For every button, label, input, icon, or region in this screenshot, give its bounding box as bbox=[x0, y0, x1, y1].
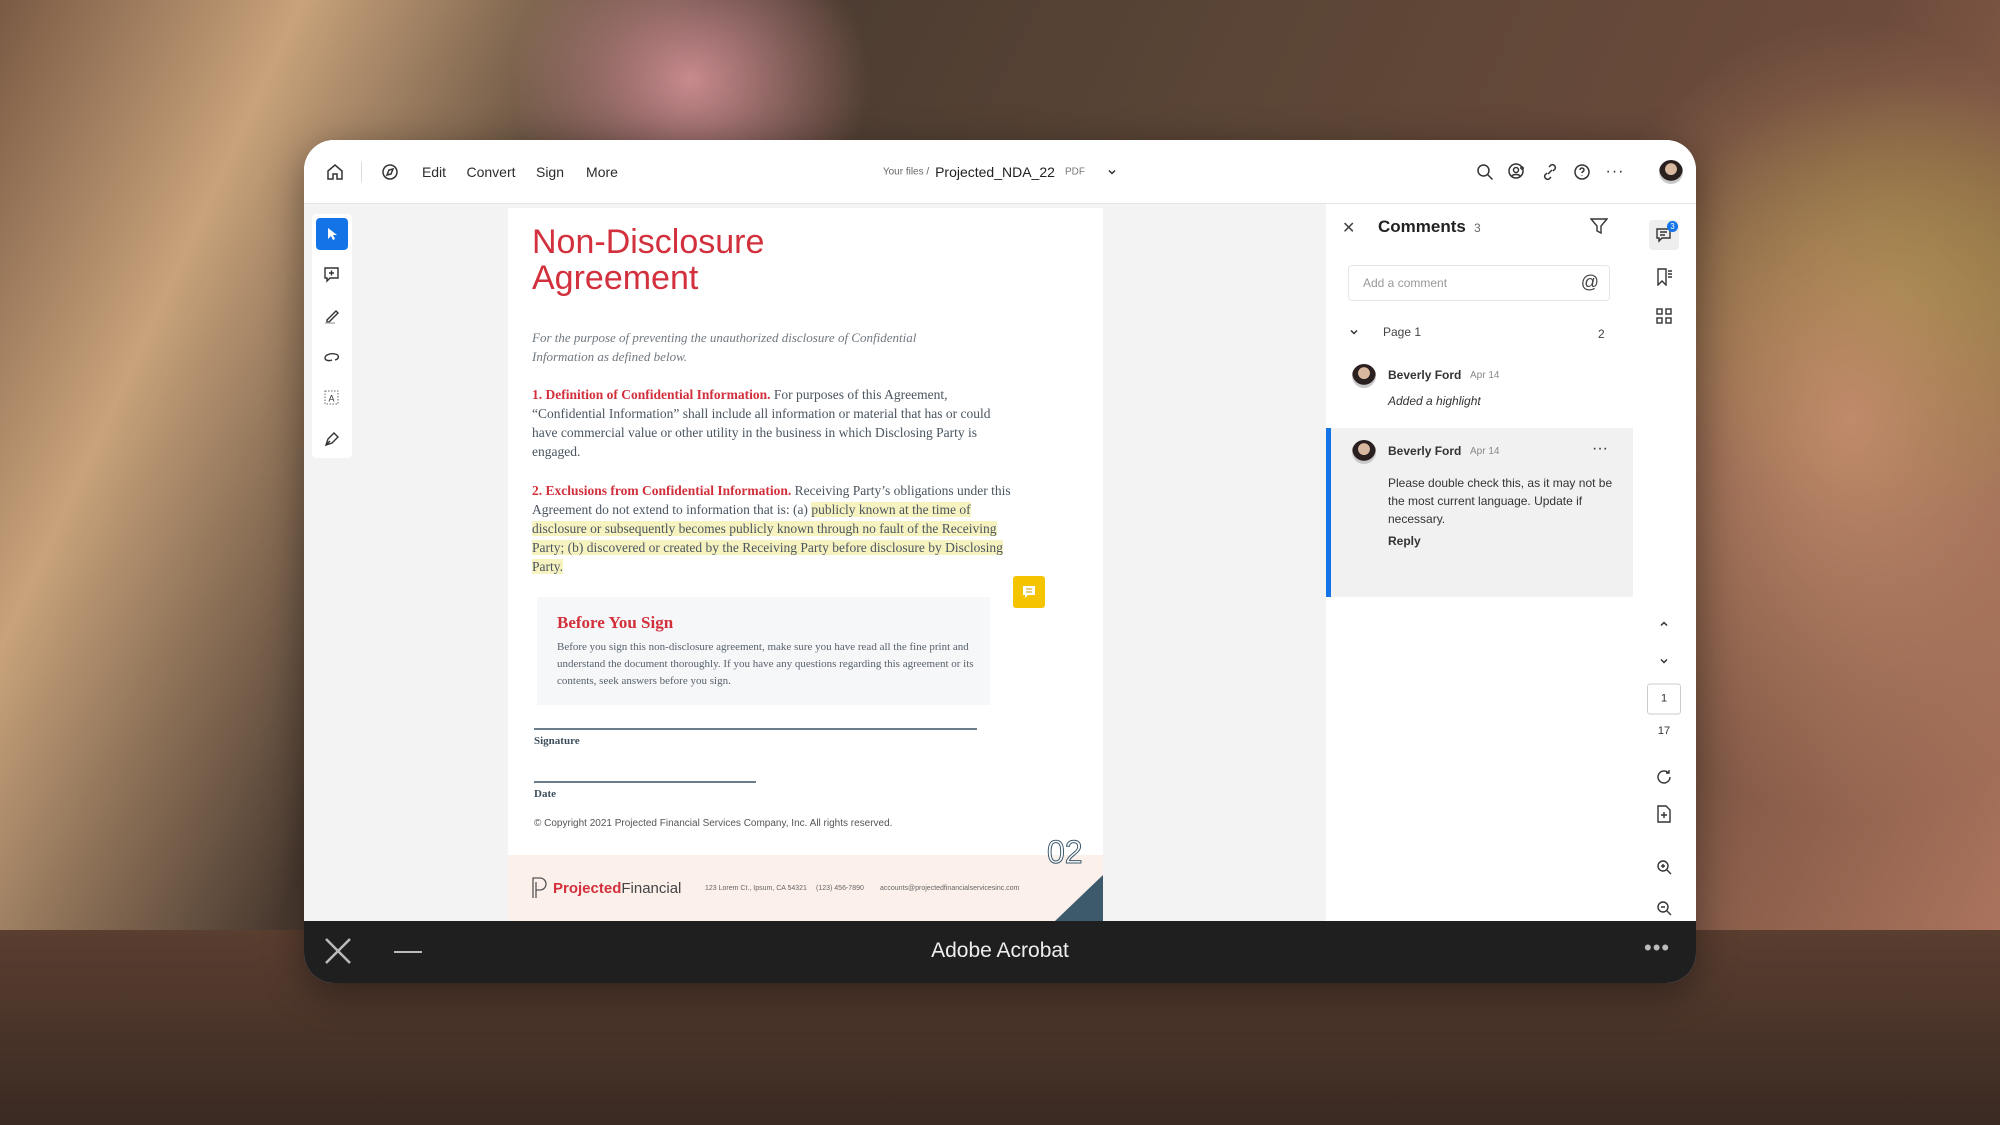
tools-compass-icon[interactable] bbox=[381, 163, 399, 181]
menu-edit[interactable]: Edit bbox=[422, 164, 446, 180]
section-2-heading: 2. Exclusions from Confidential Informat… bbox=[532, 483, 792, 498]
group-count: 2 bbox=[1598, 327, 1605, 341]
callout-text: Before you sign this non-disclosure agre… bbox=[557, 641, 974, 687]
menu-more[interactable]: More bbox=[586, 164, 618, 180]
comments-title: Comments bbox=[1378, 217, 1466, 236]
projected-logo-icon bbox=[532, 877, 547, 898]
comments-panel: ✕ Comments 3 Add a comment @ Page 1 2 Be… bbox=[1326, 204, 1633, 921]
section-2: 2. Exclusions from Confidential Informat… bbox=[532, 481, 1012, 576]
logo-bold: Projected bbox=[553, 879, 622, 897]
sign-pen-tool-icon[interactable] bbox=[316, 423, 348, 455]
comment-text: Added a highlight bbox=[1388, 394, 1481, 408]
page-footer: ProjectedFinancial 123 Lorem Ct., Ipsum,… bbox=[508, 855, 1103, 921]
comment-more-icon[interactable]: ··· bbox=[1592, 440, 1608, 458]
logo-light: Financial bbox=[621, 879, 682, 897]
acrobat-window: Edit Convert Sign More Your files / Proj… bbox=[304, 140, 1696, 983]
title-line: Agreement bbox=[532, 259, 699, 297]
comment-date: Apr 14 bbox=[1470, 446, 1500, 457]
zoom-in-icon[interactable] bbox=[1656, 859, 1672, 875]
select-tool-icon[interactable] bbox=[316, 218, 348, 250]
intro-text: For the purpose of preventing the unauth… bbox=[532, 330, 917, 364]
add-comment-input[interactable]: Add a comment @ bbox=[1348, 265, 1610, 301]
document-title: Non-Disclosure Agreement bbox=[532, 224, 764, 296]
section-1-heading: 1. Definition of Confidential Informatio… bbox=[532, 387, 771, 402]
avatar bbox=[1352, 440, 1376, 464]
bookmark-icon[interactable] bbox=[1655, 268, 1673, 286]
signature-line[interactable] bbox=[534, 728, 977, 730]
mention-icon[interactable]: @ bbox=[1581, 272, 1599, 293]
close-icon[interactable]: ✕ bbox=[1342, 218, 1355, 238]
svg-text:A: A bbox=[329, 394, 335, 404]
more-icon[interactable]: ··· bbox=[1606, 163, 1625, 181]
rotate-icon[interactable] bbox=[1656, 769, 1672, 785]
reply-button[interactable]: Reply bbox=[1388, 534, 1421, 548]
home-icon[interactable] bbox=[326, 163, 344, 181]
menu-sign[interactable]: Sign bbox=[536, 164, 564, 180]
share-people-icon[interactable] bbox=[1508, 163, 1526, 181]
date-label: Date bbox=[534, 788, 556, 800]
thumbnails-grid-icon[interactable] bbox=[1656, 308, 1672, 324]
text-box-tool-icon[interactable]: A bbox=[316, 382, 348, 414]
avatar bbox=[1352, 364, 1376, 388]
comment-author: Beverly Ford bbox=[1388, 368, 1462, 382]
search-icon[interactable] bbox=[1476, 163, 1494, 181]
total-pages: 17 bbox=[1657, 725, 1671, 737]
app-window-bar: Adobe Acrobat ••• bbox=[304, 921, 1696, 983]
comment-item-selected[interactable]: Beverly Ford Apr 14 ··· Please double ch… bbox=[1326, 428, 1633, 597]
date-line[interactable] bbox=[534, 781, 756, 783]
page-number-label: 02 bbox=[1047, 834, 1084, 871]
footer-email: accounts@projectedfinancialservicesinc.c… bbox=[880, 885, 1020, 892]
file-type: PDF bbox=[1065, 166, 1085, 178]
before-you-sign-callout: Before You Sign Before you sign this non… bbox=[537, 597, 990, 705]
top-toolbar: Edit Convert Sign More Your files / Proj… bbox=[304, 140, 1696, 204]
comments-panel-icon[interactable]: 3 bbox=[1649, 220, 1679, 250]
previous-page-icon[interactable] bbox=[1658, 618, 1670, 630]
chevron-down-icon[interactable] bbox=[1106, 166, 1118, 178]
corner-triangle bbox=[1055, 875, 1103, 921]
callout-title: Before You Sign bbox=[557, 613, 674, 632]
page-number-input[interactable]: 1 bbox=[1647, 683, 1681, 715]
add-comment-tool-icon[interactable] bbox=[316, 259, 348, 291]
group-page-1[interactable]: Page 1 bbox=[1383, 325, 1421, 339]
comments-count: 3 bbox=[1474, 221, 1481, 235]
link-icon[interactable] bbox=[1541, 163, 1559, 181]
avatar[interactable] bbox=[1659, 160, 1683, 184]
highlight-pen-tool-icon[interactable] bbox=[316, 300, 348, 332]
filter-icon[interactable] bbox=[1590, 217, 1608, 235]
comment-date: Apr 14 bbox=[1470, 370, 1500, 381]
window-more-icon[interactable]: ••• bbox=[1644, 935, 1670, 961]
footer-address: 123 Lorem Ct., Ipsum, CA 54321 bbox=[705, 885, 807, 892]
page-tools-icon[interactable] bbox=[1656, 805, 1672, 823]
footer-logo: ProjectedFinancial bbox=[531, 877, 681, 899]
title-line: Non-Disclosure bbox=[532, 223, 765, 261]
section-1: 1. Definition of Confidential Informatio… bbox=[532, 385, 1012, 461]
divider bbox=[361, 162, 362, 182]
footer-phone: (123) 456-7890 bbox=[816, 885, 864, 892]
breadcrumb-your-files[interactable]: Your files / bbox=[883, 167, 929, 178]
copyright: © Copyright 2021 Projected Financial Ser… bbox=[534, 818, 893, 829]
pdf-page: Non-Disclosure Agreement For the purpose… bbox=[508, 208, 1103, 921]
zoom-out-icon[interactable] bbox=[1656, 900, 1672, 916]
freehand-draw-tool-icon[interactable] bbox=[316, 341, 348, 373]
help-icon[interactable] bbox=[1573, 163, 1591, 181]
add-comment-placeholder: Add a comment bbox=[1363, 276, 1448, 290]
file-name[interactable]: Projected_NDA_22 bbox=[935, 164, 1055, 180]
annotation-tool-rail: A bbox=[312, 214, 352, 458]
comment-note-icon[interactable] bbox=[1013, 576, 1045, 608]
right-rail: 3 1 17 bbox=[1633, 204, 1696, 921]
comment-item[interactable]: Beverly Ford Apr 14 Added a highlight bbox=[1326, 364, 1633, 424]
collapse-chevron-icon[interactable] bbox=[1348, 326, 1360, 338]
signature-label: Signature bbox=[534, 735, 580, 747]
next-page-icon[interactable] bbox=[1658, 655, 1670, 667]
comment-badge: 3 bbox=[1667, 221, 1678, 232]
menu-convert[interactable]: Convert bbox=[466, 164, 515, 180]
comment-author: Beverly Ford bbox=[1388, 444, 1462, 458]
comment-text: Please double check this, as it may not … bbox=[1388, 476, 1613, 526]
app-title: Adobe Acrobat bbox=[931, 939, 1069, 962]
